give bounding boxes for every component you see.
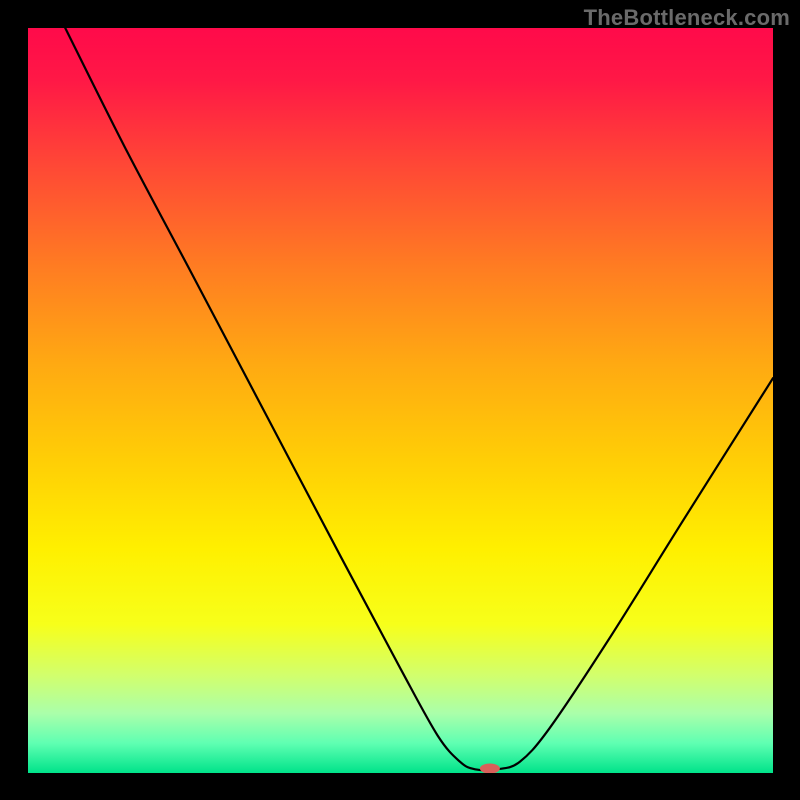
- watermark-label: TheBottleneck.com: [584, 5, 790, 31]
- chart-frame: TheBottleneck.com: [0, 0, 800, 800]
- bottleneck-chart: [28, 28, 773, 773]
- gradient-background: [28, 28, 773, 773]
- plot-area: [28, 28, 773, 773]
